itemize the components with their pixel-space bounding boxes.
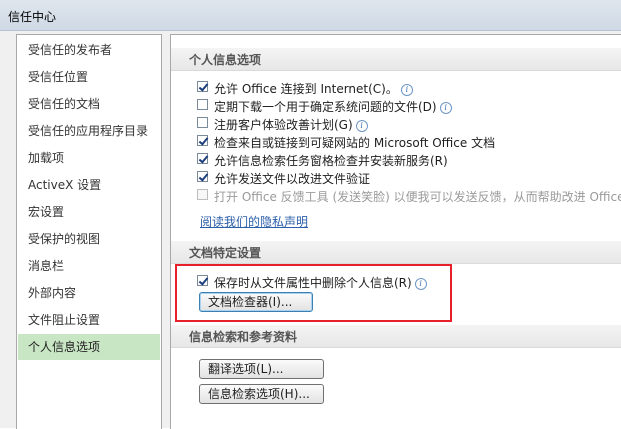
checkbox[interactable] xyxy=(197,171,208,182)
checkbox xyxy=(197,189,208,200)
option-label: 允许 Office 连接到 Internet(C)。 xyxy=(214,82,398,96)
section-title: 信息检索和参考资料 xyxy=(189,330,298,344)
sidebar-item-message-bar[interactable]: 消息栏 xyxy=(18,253,160,279)
checkbox[interactable] xyxy=(197,99,208,110)
option-label: 检查来自或链接到可疑网站的 Microsoft Office 文档 xyxy=(214,136,496,150)
sidebar-item-trusted-locations[interactable]: 受信任位置 xyxy=(18,64,160,90)
option-label: 定期下载一个用于确定系统问题的文件(D) xyxy=(214,100,437,114)
option-label: 允许发送文件以改进文件验证 xyxy=(214,172,371,186)
title-bar: 信任中心 xyxy=(0,0,621,31)
sidebar-item-privacy-options[interactable]: 个人信息选项 xyxy=(18,334,160,360)
sidebar-item-macro-settings[interactable]: 宏设置 xyxy=(18,199,160,225)
checkbox[interactable] xyxy=(197,135,208,146)
option-label: 注册客户体验改善计划(G) xyxy=(214,118,353,132)
translation-options-button[interactable]: 翻译选项(L)... xyxy=(199,359,324,379)
sidebar-item-file-block-settings[interactable]: 文件阻止设置 xyxy=(18,307,160,333)
research-options-button[interactable]: 信息检索选项(H)... xyxy=(199,384,324,404)
sidebar-item-trusted-publishers[interactable]: 受信任的发布者 xyxy=(18,37,160,63)
window-title: 信任中心 xyxy=(8,10,57,24)
sidebar-item-trusted-documents[interactable]: 受信任的文档 xyxy=(18,91,160,117)
section-title: 文档特定设置 xyxy=(189,246,262,260)
sidebar: 受信任的发布者 受信任位置 受信任的文档 受信任的应用程序目录 加载项 Acti… xyxy=(16,34,162,429)
info-icon[interactable]: i xyxy=(400,83,413,96)
trust-center-window: 信任中心 受信任的发布者 受信任位置 受信任的文档 受信任的应用程序目录 加载项… xyxy=(0,0,621,429)
settings-content: 个人信息选项 允许 Office 连接到 Internet(C)。 i 定期下载一… xyxy=(170,34,621,429)
annotation-highlight-box xyxy=(175,264,452,322)
sidebar-item-trusted-app-catalogs[interactable]: 受信任的应用程序目录 xyxy=(18,118,160,144)
section-title: 个人信息选项 xyxy=(189,53,262,67)
checkbox[interactable] xyxy=(197,153,208,164)
info-icon[interactable]: i xyxy=(355,119,368,132)
checkbox[interactable] xyxy=(197,117,208,128)
section-header-privacy: 个人信息选项 xyxy=(171,48,621,71)
section-header-doc-specific: 文档特定设置 xyxy=(171,241,621,264)
sidebar-item-external-content[interactable]: 外部内容 xyxy=(18,280,160,306)
privacy-statement-link[interactable]: 阅读我们的隐私声明 xyxy=(200,213,308,230)
option-label: 打开 Office 反馈工具 (发送笑脸) 以便我可以发送反馈，从而帮助改进 O… xyxy=(214,190,621,204)
info-icon[interactable]: i xyxy=(439,101,452,114)
sidebar-item-add-ins[interactable]: 加载项 xyxy=(18,145,160,171)
checkbox[interactable] xyxy=(197,81,208,92)
sidebar-item-protected-view[interactable]: 受保护的视图 xyxy=(18,226,160,252)
section-header-research: 信息检索和参考资料 xyxy=(171,325,621,348)
sidebar-item-activex-settings[interactable]: ActiveX 设置 xyxy=(18,172,160,198)
option-label: 允许信息检索任务窗格检查并安装新服务(R) xyxy=(214,154,448,168)
